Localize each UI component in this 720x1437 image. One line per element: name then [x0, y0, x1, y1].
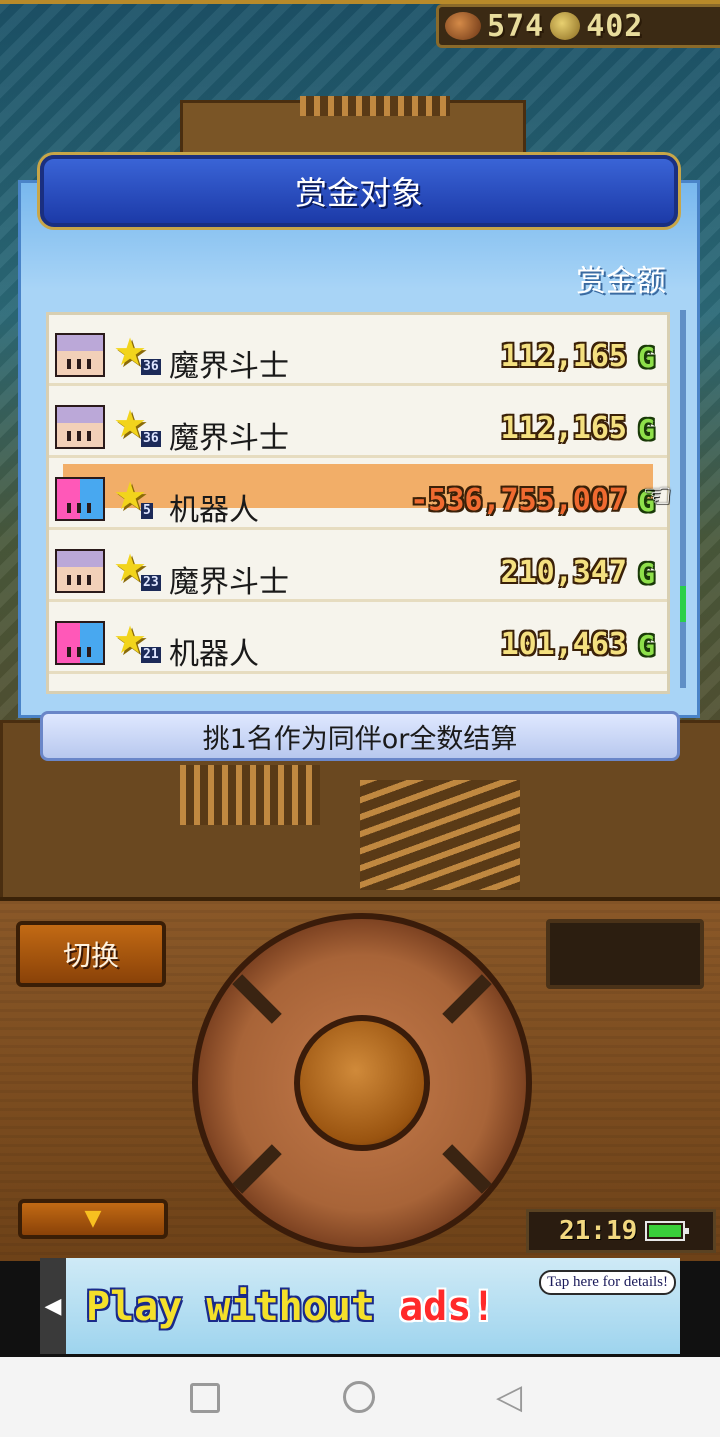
gold-coin-icon	[550, 12, 581, 40]
character-name: 魔界斗士	[169, 421, 289, 456]
stairs	[360, 780, 520, 890]
ad-headline: Play without ads!	[86, 1284, 495, 1330]
scrollbar-thumb[interactable]	[680, 586, 686, 622]
blank-button[interactable]	[546, 919, 704, 989]
bounty-amount-header: 赏金额	[576, 264, 666, 299]
deck-railing	[300, 96, 450, 116]
character-name: 魔界斗士	[169, 565, 289, 600]
bounty-amount: -536,755,007	[410, 483, 627, 518]
back-button[interactable]: ◁	[496, 1380, 528, 1414]
switch-button[interactable]: 切换	[16, 921, 166, 987]
bounty-amount: 101,463	[500, 627, 627, 662]
dpad-divider	[442, 974, 492, 1024]
gold-count: 402	[586, 8, 644, 44]
character-name: 魔界斗士	[169, 349, 289, 384]
gold-suffix: G	[638, 413, 655, 446]
instruction-bar: 挑1名作为同伴or全数结算	[40, 711, 680, 761]
resource-counter: 574 402	[436, 4, 720, 48]
panel-title-bar: 赏金对象	[40, 155, 678, 227]
battery-full-icon	[645, 1221, 690, 1241]
ad-banner[interactable]: ◀ Play without ads! Tap here for details…	[40, 1258, 680, 1354]
gold-suffix: G	[638, 629, 655, 662]
down-arrow-icon: ▼	[84, 1206, 102, 1231]
lower-railing	[180, 765, 320, 825]
bounty-amount: 112,165	[500, 411, 627, 446]
instruction-text: 挑1名作为同伴or全数结算	[202, 723, 518, 755]
robot-portrait	[55, 621, 105, 665]
ad-headline-highlight: ads!	[399, 1284, 496, 1330]
clock-display: 21:19	[526, 1209, 716, 1253]
dpad-center-button[interactable]	[294, 1015, 430, 1151]
directional-pad[interactable]	[192, 913, 532, 1253]
list-scrollbar[interactable]	[680, 310, 686, 688]
ad-headline-main: Play without	[86, 1284, 400, 1330]
dpad-divider	[232, 1144, 282, 1194]
home-button[interactable]	[343, 1381, 375, 1413]
bounty-row-2[interactable]: ★ 36 魔界斗士 112,165 G	[49, 387, 667, 458]
scroll-down-button[interactable]: ▼	[18, 1199, 168, 1239]
character-name: 机器人	[169, 493, 259, 528]
bounty-row-4[interactable]: ★ 23 魔界斗士 210,347 G	[49, 531, 667, 602]
robot-portrait	[55, 477, 105, 521]
dpad-divider	[442, 1144, 492, 1194]
demon-fighter-portrait	[55, 405, 105, 449]
wood-log-icon	[445, 12, 481, 40]
clock-time: 21:19	[559, 1216, 638, 1246]
pointing-hand-icon: ☜	[642, 476, 673, 516]
bounty-row-1[interactable]: ★ 36 魔界斗士 112,165 G	[49, 315, 667, 386]
demon-fighter-portrait	[55, 333, 105, 377]
bounty-amount: 210,347	[500, 555, 627, 590]
level-badge: 23	[141, 575, 161, 591]
bounty-row-5[interactable]: ★ 21 机器人 101,463 G	[49, 603, 667, 674]
wood-count: 574	[487, 8, 545, 44]
bounty-row-3-selected[interactable]: ★ 5 机器人 -536,755,007 G	[49, 459, 667, 530]
bounty-list: ★ 36 魔界斗士 112,165 G ★ 36 魔界斗士 112,165 G …	[46, 312, 670, 694]
gold-suffix: G	[638, 557, 655, 590]
bounty-amount: 112,165	[500, 339, 627, 374]
dpad-divider	[232, 974, 282, 1024]
character-name: 机器人	[169, 637, 259, 672]
switch-button-label: 切换	[62, 939, 119, 972]
ad-collapse-arrow-icon[interactable]: ◀	[40, 1258, 66, 1354]
back-icon: ◁	[496, 1377, 523, 1417]
system-nav-bar: ◁	[0, 1357, 720, 1437]
level-badge: 21	[141, 647, 161, 663]
level-badge: 36	[141, 431, 161, 447]
recent-apps-button[interactable]	[190, 1383, 220, 1413]
demon-fighter-portrait	[55, 549, 105, 593]
level-badge: 36	[141, 359, 161, 375]
gold-suffix: G	[638, 341, 655, 374]
panel-title: 赏金对象	[294, 174, 423, 212]
control-panel: 切换 ▼ 21:19	[0, 897, 720, 1261]
ad-details-link[interactable]: Tap here for details!	[539, 1270, 676, 1295]
level-badge: 5	[141, 503, 153, 519]
